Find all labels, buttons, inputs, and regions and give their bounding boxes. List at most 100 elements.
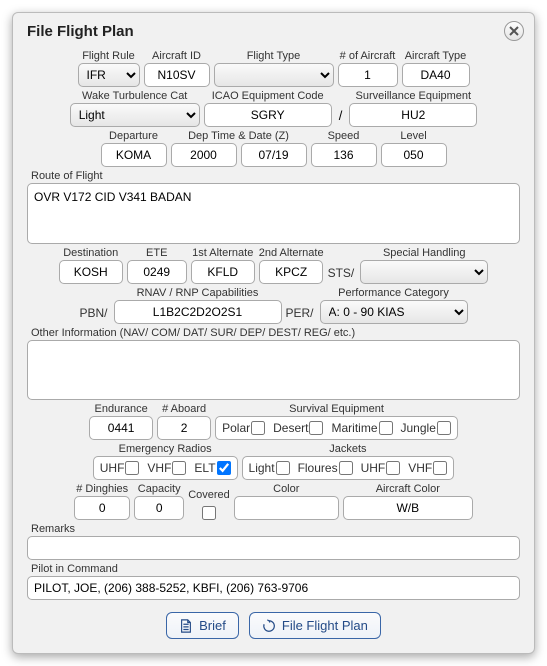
num-aircraft-input[interactable] xyxy=(338,63,398,87)
flight-type-select[interactable] xyxy=(214,63,334,87)
desert-checkbox[interactable] xyxy=(309,421,323,435)
jacket-vhf-label: VHF xyxy=(408,461,432,475)
rnav-label: RNAV / RNP Capabilities xyxy=(137,287,259,299)
departure-input[interactable] xyxy=(101,143,167,167)
alt1-input[interactable] xyxy=(191,260,255,284)
dep-date-input[interactable] xyxy=(241,143,307,167)
alt2-input[interactable] xyxy=(259,260,323,284)
ete-input[interactable] xyxy=(127,260,187,284)
pic-label: Pilot in Command xyxy=(27,563,118,575)
icao-equip-label: ICAO Equipment Code xyxy=(212,90,324,102)
dinghy-color-label: Color xyxy=(273,483,299,495)
polar-label: Polar xyxy=(222,421,250,435)
speed-input[interactable] xyxy=(311,143,377,167)
uhf-checkbox[interactable] xyxy=(125,461,139,475)
pic-input[interactable] xyxy=(27,576,520,600)
departure-label: Departure xyxy=(109,130,158,142)
level-label: Level xyxy=(400,130,426,142)
perf-cat-label: Performance Category xyxy=(338,287,449,299)
flight-type-label: Flight Type xyxy=(247,50,301,62)
aircraft-type-input[interactable] xyxy=(402,63,470,87)
file-flight-plan-dialog: File Flight Plan Flight Rule IFR Aircraf… xyxy=(12,12,535,654)
aircraft-color-input[interactable] xyxy=(343,496,473,520)
jacket-vhf-checkbox[interactable] xyxy=(433,461,447,475)
remarks-label: Remarks xyxy=(27,523,75,535)
aircraft-type-label: Aircraft Type xyxy=(405,50,467,62)
perf-cat-select[interactable]: A: 0 - 90 KIAS xyxy=(320,300,468,324)
sts-prefix: STS/ xyxy=(328,266,357,284)
pbn-prefix: PBN/ xyxy=(79,306,109,324)
close-button[interactable] xyxy=(504,21,524,41)
jungle-checkbox[interactable] xyxy=(437,421,451,435)
uhf-label: UHF xyxy=(100,461,125,475)
vhf-checkbox[interactable] xyxy=(172,461,186,475)
document-icon xyxy=(179,619,193,633)
aboard-label: # Aboard xyxy=(162,403,206,415)
destination-label: Destination xyxy=(63,247,118,259)
pbn-input[interactable] xyxy=(114,300,282,324)
other-info-textarea[interactable] xyxy=(27,340,520,401)
endurance-label: Endurance xyxy=(95,403,148,415)
jacket-uhf-label: UHF xyxy=(361,461,386,475)
wake-cat-label: Wake Turbulence Cat xyxy=(82,90,187,102)
maritime-label: Maritime xyxy=(331,421,377,435)
emerg-radios-label: Emergency Radios xyxy=(119,443,212,455)
jacket-light-checkbox[interactable] xyxy=(276,461,290,475)
desert-label: Desert xyxy=(273,421,308,435)
dinghies-label: # Dinghies xyxy=(76,483,128,495)
route-textarea[interactable] xyxy=(27,183,520,244)
floures-checkbox[interactable] xyxy=(339,461,353,475)
destination-input[interactable] xyxy=(59,260,123,284)
level-input[interactable] xyxy=(381,143,447,167)
close-icon xyxy=(509,26,519,36)
wake-cat-select[interactable]: Light xyxy=(70,103,200,127)
jungle-label: Jungle xyxy=(401,421,436,435)
polar-checkbox[interactable] xyxy=(251,421,265,435)
elt-checkbox[interactable] xyxy=(217,461,231,475)
covered-label: Covered xyxy=(188,489,230,501)
capacity-label: Capacity xyxy=(138,483,181,495)
alt1-label: 1st Alternate xyxy=(192,247,253,259)
alt2-label: 2nd Alternate xyxy=(259,247,324,259)
survival-label: Survival Equipment xyxy=(289,403,384,415)
brief-button-label: Brief xyxy=(199,618,226,633)
brief-button[interactable]: Brief xyxy=(166,612,239,639)
special-label: Special Handling xyxy=(383,247,466,259)
ete-label: ETE xyxy=(146,247,167,259)
jacket-light-label: Light xyxy=(249,461,275,475)
route-label: Route of Flight xyxy=(27,170,103,182)
other-info-label: Other Information (NAV/ COM/ DAT/ SUR/ D… xyxy=(27,327,355,339)
refresh-icon xyxy=(262,619,276,633)
per-prefix: PER/ xyxy=(286,306,316,324)
icao-equip-input[interactable] xyxy=(204,103,332,127)
dinghies-input[interactable] xyxy=(74,496,130,520)
aircraft-color-label: Aircraft Color xyxy=(376,483,440,495)
endurance-input[interactable] xyxy=(89,416,153,440)
jackets-label: Jackets xyxy=(329,443,366,455)
aboard-input[interactable] xyxy=(157,416,211,440)
slash-separator: / xyxy=(336,108,346,127)
covered-checkbox[interactable] xyxy=(202,506,216,520)
remarks-input[interactable] xyxy=(27,536,520,560)
speed-label: Speed xyxy=(328,130,360,142)
elt-label: ELT xyxy=(194,461,215,475)
vhf-label: VHF xyxy=(147,461,171,475)
num-aircraft-label: # of Aircraft xyxy=(340,50,396,62)
jacket-uhf-checkbox[interactable] xyxy=(386,461,400,475)
maritime-checkbox[interactable] xyxy=(379,421,393,435)
aircraft-id-input[interactable] xyxy=(144,63,210,87)
special-select[interactable] xyxy=(360,260,488,284)
dialog-title: File Flight Plan xyxy=(27,23,520,40)
surv-equip-label: Surveillance Equipment xyxy=(356,90,472,102)
dep-time-input[interactable] xyxy=(171,143,237,167)
aircraft-id-label: Aircraft ID xyxy=(152,50,201,62)
flight-rule-select[interactable]: IFR xyxy=(78,63,140,87)
floures-label: Floures xyxy=(298,461,338,475)
dep-time-label: Dep Time & Date (Z) xyxy=(188,130,289,142)
file-flight-plan-button[interactable]: File Flight Plan xyxy=(249,612,381,639)
file-button-label: File Flight Plan xyxy=(282,618,368,633)
surv-equip-input[interactable] xyxy=(349,103,477,127)
flight-rule-label: Flight Rule xyxy=(82,50,135,62)
capacity-input[interactable] xyxy=(134,496,184,520)
dinghy-color-input[interactable] xyxy=(234,496,339,520)
